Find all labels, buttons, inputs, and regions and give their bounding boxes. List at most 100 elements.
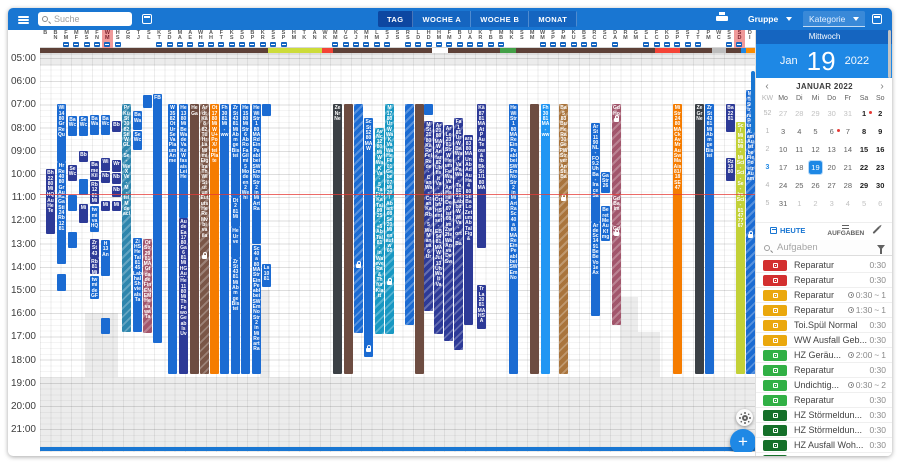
calendar-day[interactable]: 2	[807, 197, 823, 210]
column-header[interactable]: TB	[486, 30, 496, 48]
search-box[interactable]	[38, 12, 132, 26]
calendar-day[interactable]: 28	[791, 107, 807, 120]
appointment-bar[interactable]: tw mi va HQ	[90, 206, 99, 232]
column-header[interactable]: SD	[164, 30, 174, 48]
column-header[interactable]: MA	[175, 30, 185, 48]
task-row[interactable]: WW Ausfall Geb... 0:30	[756, 333, 892, 348]
filter-icon[interactable]	[877, 245, 885, 254]
appointment-bar[interactable]: Ls 10 81	[262, 264, 271, 287]
edit-icon[interactable]	[872, 226, 881, 235]
appointment-bar[interactable]: MSt2180KäReFelRede-CanWa-CranKaRb-5WeMan…	[424, 120, 433, 311]
calendar-day[interactable]: 4	[840, 197, 856, 210]
appointment-bar[interactable]: Ar de Sc 14 91 Be Be Vo 1e Ax	[591, 221, 600, 316]
column-header[interactable]: DA	[610, 30, 620, 48]
column-header[interactable]: DI	[745, 30, 755, 48]
appointment-bar[interactable]: Mi	[79, 204, 88, 223]
appointment-bar[interactable]: Sc St 52 80 MA W	[364, 118, 373, 358]
appointment-bar[interactable]: Ot Str 29 81 MA Gt da de Fin EN EM He va wa Ta	[143, 238, 152, 333]
appointment-bar[interactable]: Mi	[112, 200, 121, 212]
column-header[interactable]: BS	[579, 30, 589, 48]
settings-fab[interactable]	[736, 409, 753, 426]
appointment-bar[interactable]: He 13 80 Mi Be Wa de Va Ke Wfas ais Lei He	[179, 104, 188, 219]
appointment-bar[interactable]: PrKüSt3082StiWGL-Se-WeXVe-M-telMdeacl	[122, 104, 131, 332]
column-header[interactable]: BP	[247, 30, 257, 48]
calendar-day[interactable]: 3	[824, 197, 840, 210]
task-row[interactable]: HZ Störmeldun...0:30	[756, 423, 892, 438]
task-row[interactable]: HZ Ausfall Woh... 0:30	[756, 438, 892, 453]
appointment-bar[interactable]: Au de Ea 17 80	[179, 218, 188, 244]
column-header[interactable]: HD	[423, 30, 433, 48]
appointment-bar[interactable]	[101, 317, 110, 335]
category-dropdown[interactable]: Kategorie	[803, 11, 865, 27]
column-header[interactable]: HS	[113, 30, 123, 48]
column-header[interactable]: WM	[102, 30, 113, 48]
appointment-bar[interactable]: Mi Str 24 80 MA Ck Av Mr Au Sw Ma Ais 81/18 SE 47	[673, 104, 682, 374]
column-header[interactable]: KR	[258, 30, 268, 48]
appointment-bar[interactable]: Ze Gr Ne	[695, 104, 704, 374]
appointment-bar[interactable]: H 13 An	[101, 240, 110, 277]
appointment-bar[interactable]	[68, 194, 77, 212]
column-header[interactable]: SS	[517, 30, 527, 48]
calendar-day[interactable]: 16	[872, 143, 888, 156]
appointment-bar[interactable]: He1580MiStr6AbRoFaGilmi5Modeen2Wehi	[241, 104, 250, 374]
calendar-day[interactable]: 27	[775, 107, 791, 120]
appointment-bar[interactable]: Ba 5 83 Bu He Ra 30 Ge PW Str ver An Sti Ba	[559, 104, 568, 374]
appointment-bar[interactable]: Wi	[101, 157, 110, 171]
calendar-day[interactable]: 29	[807, 107, 823, 120]
calendar-prev-button[interactable]: ‹	[760, 81, 774, 92]
column-header[interactable]: FT	[216, 30, 226, 48]
appointment-bar[interactable]: Bb	[79, 150, 88, 163]
task-row[interactable]: Reparatur 0:30	[756, 393, 892, 408]
column-header[interactable]: SL	[641, 30, 651, 48]
appointment-bar[interactable]: Rb 12 81 Mi	[90, 180, 99, 205]
appointment-bar[interactable]: Nb	[101, 171, 110, 184]
appointment-bar[interactable]	[530, 104, 539, 374]
calendar-day[interactable]: 10	[775, 143, 791, 156]
calendar-day[interactable]: 8	[856, 125, 872, 138]
menu-icon[interactable]	[18, 16, 29, 18]
today-button[interactable]: HEUTE	[770, 226, 805, 235]
calendar-day[interactable]: 4	[791, 125, 807, 138]
task-row[interactable]: HZ Geräu... 2:00 ~1	[756, 348, 892, 363]
column-header[interactable]: NK	[506, 30, 516, 48]
column-header[interactable]: BJ	[454, 30, 464, 48]
column-header[interactable]: MF	[71, 30, 81, 48]
column-header[interactable]: MM	[527, 30, 537, 48]
appointment-bar[interactable]: Mi	[101, 200, 110, 212]
task-row[interactable]: Reparatur 0:30	[756, 258, 892, 273]
column-header[interactable]: ST	[682, 30, 692, 48]
appointment-bar[interactable]: He Ga	[190, 104, 199, 374]
column-header[interactable]: KD	[662, 30, 672, 48]
calendar-day[interactable]: 2	[872, 107, 888, 120]
calendar-day[interactable]: 28	[840, 179, 856, 192]
calendar-day[interactable]: 14	[840, 143, 856, 156]
appointment-bar[interactable]: Ga Sti 24 Rb 12 81	[57, 198, 66, 265]
calendar-day[interactable]: 25	[791, 179, 807, 192]
calendar-day[interactable]: 1	[856, 107, 873, 120]
column-header[interactable]: RC	[589, 30, 599, 48]
calendar-day[interactable]: 23	[872, 161, 888, 174]
column-header[interactable]: GR	[123, 30, 133, 48]
column-header[interactable]: AE	[185, 30, 195, 48]
column-header[interactable]: KJ	[351, 30, 361, 48]
appointment-bar[interactable]: Bb	[112, 120, 121, 133]
calendar-day[interactable]: 29	[856, 179, 872, 192]
appointment-bar[interactable]: Zr St 43 81 Mi Ab m ge Bis tei	[705, 104, 714, 374]
column-header[interactable]: LD	[413, 30, 423, 48]
calendar-day[interactable]: 13	[824, 143, 840, 156]
column-header[interactable]: FM	[444, 30, 454, 48]
appointment-bar[interactable]: Tr La 20 81 MA HS A	[477, 285, 486, 330]
tab-woche-b[interactable]: WOCHE B	[471, 11, 530, 27]
appointment-bar[interactable]: Be ret Me Au Kf mg	[601, 206, 610, 242]
column-header[interactable]: TK	[299, 30, 309, 48]
appointment-bar[interactable]: Ba me Kil	[90, 161, 99, 180]
appointment-bar[interactable]: Fa 1 81 Ur W Ba Wa t Va Pa Wa - Ta 81 19 Lab bit W Wi Va - or…	[454, 118, 463, 351]
column-header[interactable]: LM	[372, 30, 382, 48]
column-header[interactable]: VG	[341, 30, 351, 48]
appointment-bar[interactable]: Zr St 43 81 Mi Ab m ge Bis tei	[231, 104, 240, 198]
appointment-bar[interactable]: Ba Wc	[101, 114, 110, 135]
column-header[interactable]: SS	[268, 30, 278, 48]
task-search-box[interactable]	[756, 240, 892, 256]
task-row[interactable]: HZ Störmeldun...0:30	[756, 453, 892, 456]
appointment-bar[interactable]: HeWiStr180MAReEinPeablbeiSWEmNoStr2inMiA…	[509, 104, 518, 374]
